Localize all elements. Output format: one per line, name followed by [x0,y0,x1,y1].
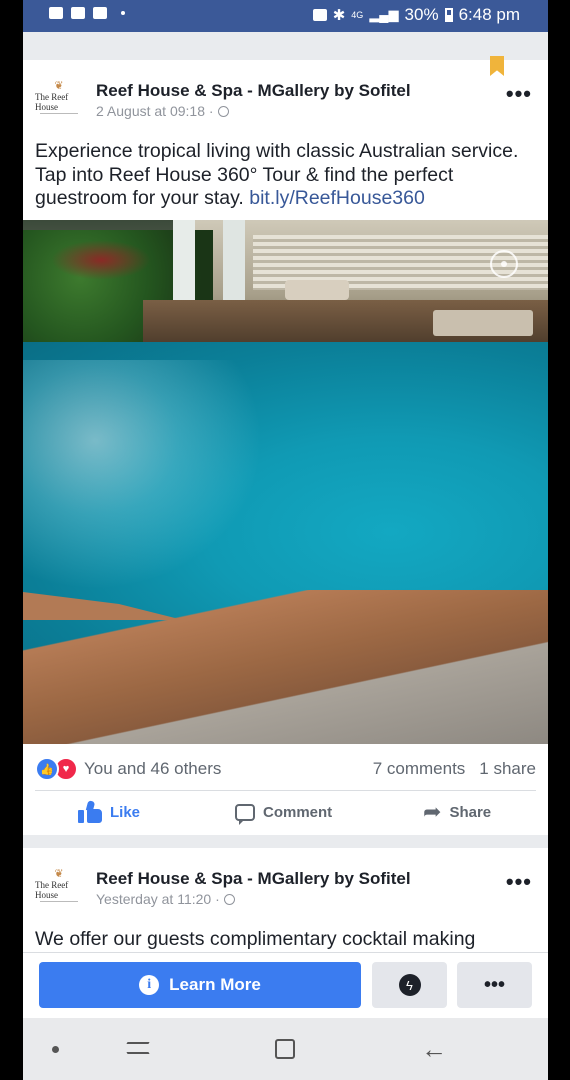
photo-sun-glare [23,360,263,590]
post-date[interactable]: Yesterday at 11:20 · [96,891,220,907]
cta-bar: i Learn More ϟ ••• [23,952,548,1019]
photo-icon [71,7,85,19]
post-date[interactable]: 2 August at 09:18 · [96,103,214,119]
comment-button[interactable]: Comment [235,792,332,832]
post-link[interactable]: bit.ly/ReefHouse360 [249,187,425,209]
logo-text: The Reef House [35,879,69,900]
post-actions: Like Comment ➦ Share [23,792,548,832]
engagement-counts: 7 comments 1 share [373,759,536,779]
page-name[interactable]: Reef House & Spa - MGallery by Sofitel [96,869,411,889]
post-card: ❦ The Reef House Reef House & Spa - MGal… [23,56,548,835]
battery-percent: 30% [404,5,439,24]
comment-icon [235,803,255,825]
phone-screen: ✱ 4G ▂▄▆ 30% 6:48 pm ❦ The Reef House Re… [23,0,548,1080]
post-meta: 2 August at 09:18 · [96,103,229,119]
reaction-summary[interactable]: 👍 ♥ You and 46 others [35,757,221,781]
recent-apps-icon[interactable] [127,1038,149,1058]
post-text: We offer our guests complimentary cockta… [35,928,476,950]
clock: 6:48 pm [458,5,520,24]
360-icon[interactable] [490,250,518,278]
dropbox-icon [93,7,107,19]
page-avatar[interactable]: ❦ The Reef House [35,80,83,114]
status-bar: ✱ 4G ▂▄▆ 30% 6:48 pm [23,0,548,32]
globe-icon [223,893,235,905]
post-meta: Yesterday at 11:20 · [96,891,235,907]
photo-lounge [433,310,533,336]
divider [35,790,536,791]
nav-dot-icon[interactable] [52,1046,59,1053]
comment-label: Comment [263,803,333,821]
network-type: 4G [351,10,364,20]
messenger-icon: ϟ [398,974,421,996]
bookmark-icon[interactable] [490,56,504,76]
more-icon[interactable]: ••• [506,81,532,107]
video-icon [49,7,63,19]
photo-column [223,220,245,312]
share-count[interactable]: 1 share [479,759,536,779]
bluetooth-icon: ✱ [332,7,346,24]
logo-text: The Reef House [35,91,69,112]
globe-icon [217,105,229,117]
like-button[interactable]: Like [78,792,140,832]
learn-more-button[interactable]: i Learn More [39,962,361,1008]
page-avatar[interactable]: ❦ The Reef House [35,868,83,902]
share-icon: ➦ [423,799,442,824]
back-icon[interactable]: ← [421,1036,447,1062]
logo-mark-icon: ❦ [54,79,64,92]
system-nav-bar: ← [23,1018,548,1080]
more-options-button[interactable]: ••• [457,962,532,1008]
learn-more-label: Learn More [169,975,261,994]
photo-column [173,220,195,312]
like-reaction-icon: 👍 [35,757,59,781]
thumbs-up-icon [78,800,102,823]
photo-sofa [285,280,349,300]
reaction-count: You and 46 others [84,759,222,778]
more-icon[interactable]: ••• [506,869,532,895]
info-icon: i [139,975,160,995]
signal-icon: ▂▄▆ [369,7,399,22]
logo-mark-icon: ❦ [54,867,64,880]
like-label: Like [110,803,141,821]
post-text: Experience tropical living with classic … [35,140,535,211]
page-name[interactable]: Reef House & Spa - MGallery by Sofitel [96,81,411,101]
logo-divider [40,900,78,902]
share-button[interactable]: ➦ Share [423,792,491,832]
messenger-button[interactable]: ϟ [372,962,447,1008]
logo-divider [40,112,78,114]
post-photo-360[interactable] [23,220,548,744]
notification-dot-icon [121,11,125,15]
comment-count[interactable]: 7 comments [373,759,466,779]
share-label: Share [449,803,492,821]
battery-icon [444,8,453,22]
photo-flowers [51,240,151,280]
home-icon[interactable] [275,1039,295,1059]
cast-icon [312,9,327,21]
